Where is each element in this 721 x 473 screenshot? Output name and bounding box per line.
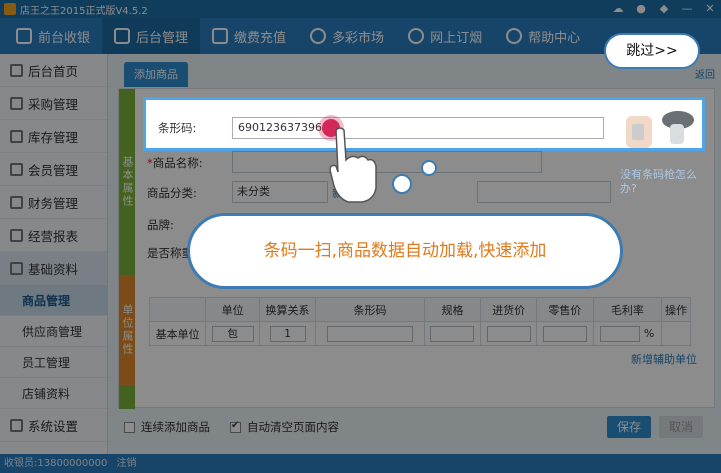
speech-dot-large [392,174,412,194]
no-scanner-help-link[interactable]: 没有条码枪怎么办? [620,168,698,196]
barcode-label: 条形码: [158,121,197,135]
app-window: 店王之王2015正式版V4.5.2 ☁ ● ◆ — ✕ 前台收银 后台管理 缴费… [0,0,721,473]
scanner-icon [626,111,694,148]
skip-button[interactable]: 跳过>> [604,33,700,69]
hand-pointer-icon [329,127,377,203]
tutorial-speech-bubble: 条码一扫,商品数据自动加载,快速添加 [187,213,623,289]
speech-dot-small [421,160,437,176]
barcode-input[interactable]: 6901236373965 [232,117,604,139]
barcode-highlight-card: 条形码: 6901236373965 [143,97,705,151]
